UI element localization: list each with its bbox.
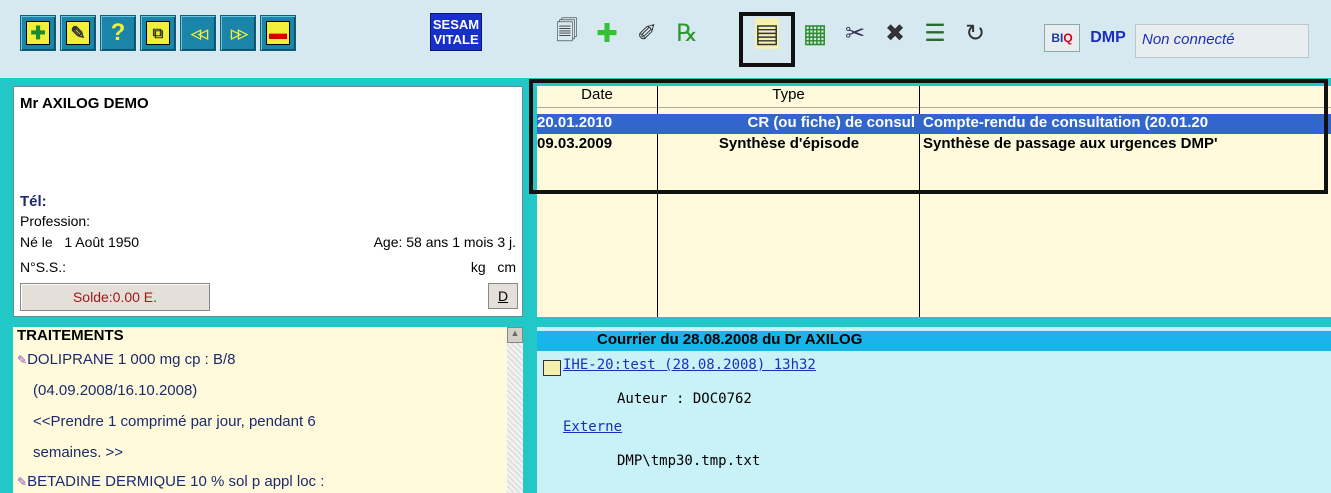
remove-button[interactable]: ▬: [260, 15, 296, 51]
refresh-icon: ↻: [964, 19, 986, 47]
remove-icon: ▬: [266, 21, 290, 45]
tools-button[interactable]: ✖: [876, 15, 914, 51]
profession-label: Profession:: [20, 213, 91, 229]
traitements-panel: TRAITEMENTS ✎DOLIPRANE 1 000 mg cp : B/8…: [13, 327, 523, 493]
table-row[interactable]: 09.03.2009 Synthèse d'épisode Synthèse d…: [537, 135, 1331, 155]
next-icon: ▷▷: [231, 25, 248, 41]
row-type: Synthèse d'épisode: [718, 135, 860, 152]
dmp-label: DMP: [1090, 29, 1126, 46]
biq-label: BI: [1051, 31, 1064, 45]
patient-name: Mr AXILOG DEMO: [20, 95, 149, 112]
treatment-instructions: <<Prendre 1 comprimé par jour, pendant 6: [33, 413, 316, 430]
traitements-scrollbar[interactable]: ▲: [507, 327, 523, 493]
patient-age: Age: 58 ans 1 mois 3 j.: [373, 234, 516, 250]
column-header-date[interactable]: Date: [537, 86, 658, 108]
sesam-vitale-button[interactable]: SESAM VITALE: [430, 13, 482, 51]
add-button[interactable]: ✚: [588, 15, 626, 51]
copy-icon: ⧉: [146, 21, 170, 45]
row-title: Synthèse de passage aux urgences DMP': [923, 135, 1218, 152]
add-patient-button[interactable]: ✚: [20, 15, 56, 51]
sesam-label: SESAM: [432, 17, 480, 32]
table-button[interactable]: ☰: [916, 15, 954, 51]
scroll-up-icon[interactable]: ▲: [507, 327, 523, 343]
help-icon: ?: [110, 19, 126, 46]
add-icon: ✚: [596, 17, 618, 48]
treatment-dates: (04.09.2008/16.10.2008): [33, 382, 198, 399]
externe-link[interactable]: Externe: [563, 419, 622, 435]
next-button[interactable]: ▷▷: [220, 15, 256, 51]
documents-table: Date Type 20.01.2010 CR (ou fiche) de co…: [537, 86, 1331, 317]
biq-button[interactable]: BI Q: [1044, 24, 1080, 52]
document-icon: [543, 360, 561, 376]
row-date: 09.03.2009: [537, 135, 613, 152]
main-toolbar: ✚ ✎ ? ⧉ ◁◁ ▷▷ ▬ SESAM VITALE 🗐 ✚ ✐ ℞ ▤ ▦…: [0, 0, 1331, 78]
table-icon: ☰: [924, 19, 946, 47]
copy-button[interactable]: ⧉: [140, 15, 176, 51]
medication-icon: ✎: [17, 353, 28, 367]
calculator-icon: ▦: [802, 17, 828, 48]
row-title: Compte-rendu de consultation (20.01.20: [923, 114, 1209, 131]
medication-icon: ✎: [17, 475, 28, 489]
previous-icon: ◁◁: [191, 25, 208, 41]
traitements-title: TRAITEMENTS: [17, 327, 124, 344]
add-patient-icon: ✚: [26, 21, 50, 45]
column-header-type[interactable]: Type: [658, 86, 920, 108]
treatment-line: BETADINE DERMIQUE 10 % sol p appl loc :: [27, 473, 325, 490]
solde-button[interactable]: Solde:0.00 E.: [20, 283, 210, 311]
table-row[interactable]: 20.01.2010 CR (ou fiche) de consul Compt…: [537, 114, 1331, 134]
pen-icon: ✐: [636, 19, 658, 47]
treatment-instructions-cont: semaines. >>: [33, 444, 124, 461]
patient-card: Mr AXILOG DEMO Tél: Profession: Né le 1 …: [13, 86, 523, 317]
edit-button[interactable]: ✎: [60, 15, 96, 51]
courrier-path: DMP\tmp30.tmp.txt: [617, 453, 761, 469]
biq-q-label: Q: [1063, 31, 1073, 45]
help-button[interactable]: ?: [100, 15, 136, 51]
refresh-button[interactable]: ↻: [956, 15, 994, 51]
pen-button[interactable]: ✐: [628, 15, 666, 51]
syringe-icon: ✂: [844, 19, 866, 47]
treatment-line: DOLIPRANE 1 000 mg cp : B/8: [27, 351, 236, 368]
folder-button[interactable]: 🗐: [548, 15, 586, 51]
courrier-link[interactable]: IHE-20:test (28.08.2008) 13h32: [563, 357, 816, 373]
birth-date: Né le 1 Août 1950: [20, 234, 140, 250]
prescription-button[interactable]: ℞: [668, 15, 706, 51]
folder-icon: 🗐: [556, 18, 578, 43]
tel-label: Tél:: [20, 193, 47, 210]
vitale-label: VITALE: [433, 32, 479, 47]
treatment-item[interactable]: ✎BETADINE DERMIQUE 10 % sol p appl loc :: [17, 473, 324, 490]
row-date: 20.01.2010: [537, 114, 613, 131]
weight-height: kg cm: [470, 259, 516, 275]
courrier-panel: Courrier du 28.08.2008 du Dr AXILOG IHE-…: [537, 327, 1331, 493]
nss-label: N°S.S.:: [20, 259, 67, 275]
column-header-title[interactable]: [920, 86, 1331, 108]
calculator-button[interactable]: ▦: [796, 15, 834, 51]
prescription-icon: ℞: [676, 19, 698, 47]
syringe-button[interactable]: ✂: [836, 15, 874, 51]
tools-icon: ✖: [884, 19, 906, 47]
row-type: CR (ou fiche) de consul: [747, 114, 915, 131]
previous-button[interactable]: ◁◁: [180, 15, 216, 51]
courrier-auteur: Auteur : DOC0762: [617, 391, 752, 407]
dmp-status: Non connecté: [1135, 24, 1309, 58]
edit-icon: ✎: [66, 21, 90, 45]
courrier-header: Courrier du 28.08.2008 du Dr AXILOG: [537, 331, 1331, 351]
selected-tool-highlight: [739, 12, 795, 67]
treatment-item[interactable]: ✎DOLIPRANE 1 000 mg cp : B/8: [17, 351, 236, 368]
d-button[interactable]: D: [488, 283, 518, 309]
